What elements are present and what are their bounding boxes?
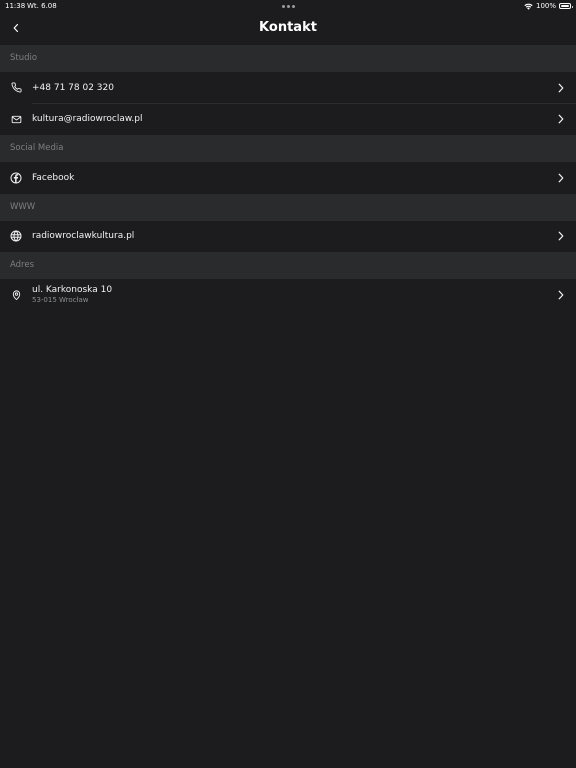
chevron-right-icon	[556, 113, 566, 125]
chevron-right-icon	[556, 82, 566, 94]
wifi-icon	[524, 3, 533, 10]
section-header-address: Adres	[0, 252, 576, 279]
status-date: Wt. 6.08	[27, 2, 57, 10]
page-title: Kontakt	[259, 20, 317, 35]
phone-icon	[10, 82, 22, 94]
section-header-social-media: Social Media	[0, 135, 576, 162]
battery-percentage: 100%	[535, 2, 556, 10]
mail-icon	[10, 113, 22, 125]
address-street: ul. Karkonoska 10	[32, 285, 113, 295]
chevron-right-icon	[556, 230, 566, 242]
facebook-row[interactable]: Facebook	[0, 162, 576, 194]
status-bar: 11:38 Wt. 6.08 100%	[0, 0, 576, 12]
section-header-studio: Studio	[0, 45, 576, 72]
navigation-bar: Kontakt	[0, 12, 576, 44]
chevron-right-icon	[556, 289, 566, 301]
facebook-label: Facebook	[32, 172, 75, 183]
address-text: ul. Karkonoska 10 53-015 Wrocław	[32, 285, 112, 305]
facebook-icon	[10, 172, 22, 184]
multitasking-dots-icon[interactable]	[282, 0, 295, 12]
website-url: radiowroclawkultura.pl	[32, 231, 135, 242]
chevron-right-icon	[556, 172, 566, 184]
address-row[interactable]: ul. Karkonoska 10 53-015 Wrocław	[0, 279, 576, 311]
email-address: kultura@radiowroclaw.pl	[32, 114, 143, 125]
battery-icon	[559, 3, 573, 9]
phone-row[interactable]: +48 71 78 02 320	[0, 72, 576, 104]
status-right: 100%	[524, 0, 573, 12]
map-pin-icon	[10, 289, 22, 301]
contact-screen: 11:38 Wt. 6.08 100% Kontakt Studio +48 7…	[0, 0, 576, 768]
phone-number: +48 71 78 02 320	[32, 82, 114, 93]
contact-list: Studio +48 71 78 02 320 kultura@radiowro…	[0, 45, 576, 311]
website-row[interactable]: radiowroclawkultura.pl	[0, 220, 576, 252]
address-city: 53-015 Wrocław	[32, 296, 89, 304]
email-row[interactable]: kultura@radiowroclaw.pl	[0, 103, 576, 135]
globe-icon	[10, 230, 22, 242]
section-header-www: WWW	[0, 193, 576, 221]
status-time: 11:38	[5, 2, 26, 10]
